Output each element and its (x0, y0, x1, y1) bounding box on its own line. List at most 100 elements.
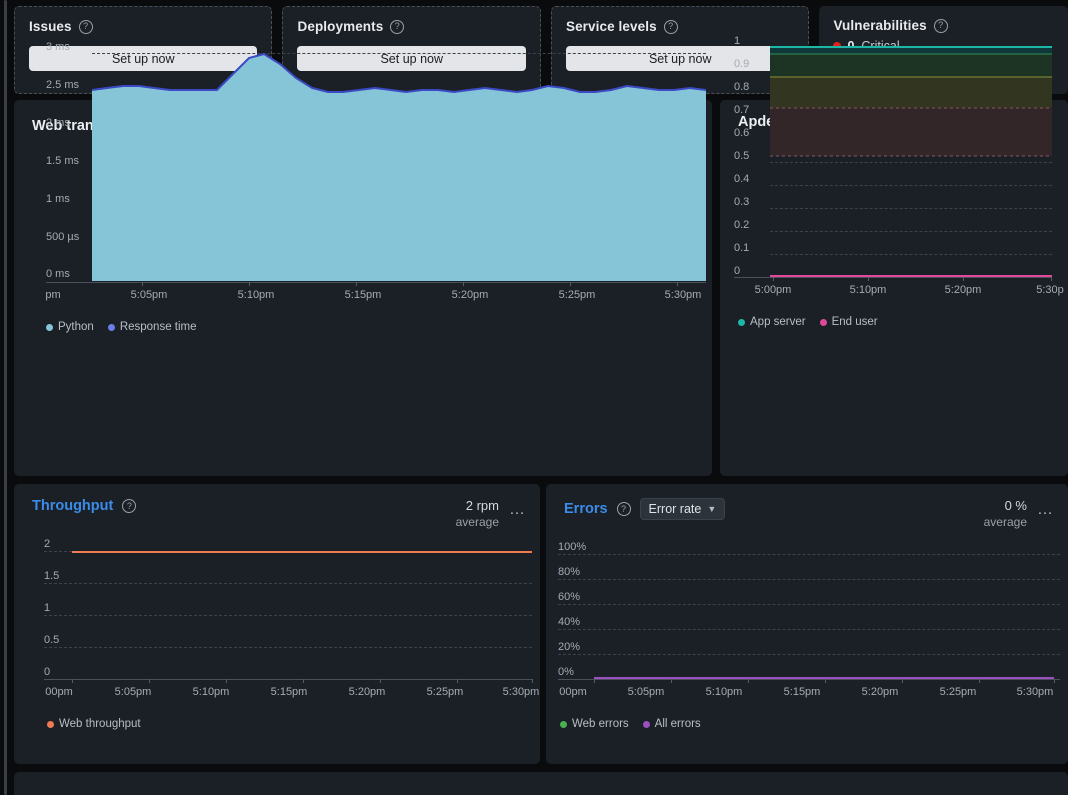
legend-item-python[interactable]: Python (46, 321, 94, 333)
errors-metric-value: 0 % (984, 498, 1027, 515)
x-tick (748, 679, 749, 683)
legend-item-web-errors[interactable]: Web errors (560, 718, 629, 730)
legend-label: Web throughput (59, 718, 141, 730)
x-tick-label: 5:20pm (862, 686, 899, 698)
y-tick-label: 500 µs (46, 231, 79, 243)
service-levels-title-row: Service levels ? (566, 19, 794, 34)
throughput-legend: Web throughput (47, 718, 141, 730)
x-tick (303, 679, 304, 683)
panel-next-partial (14, 772, 1068, 795)
throughput-title[interactable]: Throughput (32, 498, 113, 514)
throughput-metric-value: 2 rpm (456, 498, 499, 515)
errors-more-options-icon[interactable]: … (1037, 502, 1054, 518)
x-tick (142, 282, 143, 286)
apdex-plot[interactable] (770, 46, 1052, 277)
apdex-legend: App server End user (738, 316, 878, 328)
python-area-fill (92, 54, 706, 281)
y-tick-label: 1.5 ms (46, 155, 79, 167)
x-tick (1054, 679, 1055, 683)
issues-title-row: Issues ? (29, 19, 257, 34)
apdex-band-failing (770, 108, 1052, 156)
panel-errors: Errors ? Error rate ▼ 0 % average … 0% 2… (546, 484, 1068, 764)
errors-legend: Web errors All errors (560, 718, 701, 730)
errors-plot[interactable] (594, 554, 1054, 679)
x-tick (457, 679, 458, 683)
x-tick (868, 277, 869, 281)
x-axis-line (558, 679, 1060, 680)
help-icon[interactable]: ? (617, 502, 631, 516)
legend-item-app-server[interactable]: App server (738, 316, 806, 328)
errors-line-svg (594, 554, 1054, 679)
y-tick-label: 20% (558, 641, 580, 653)
x-tick (249, 282, 250, 286)
x-tick (380, 679, 381, 683)
legend-dot (46, 324, 53, 331)
throughput-header: Throughput ? 2 rpm average … (14, 484, 540, 530)
panel-throughput: Throughput ? 2 rpm average … 0 0.5 1 1.5… (14, 484, 540, 764)
legend-item-end-user[interactable]: End user (820, 316, 878, 328)
y-tick-label: 0.9 (734, 58, 749, 70)
throughput-more-options-icon[interactable]: … (509, 502, 526, 518)
x-tick-label: pm (45, 289, 60, 301)
help-icon[interactable]: ? (122, 499, 136, 513)
vulnerabilities-title: Vulnerabilities (833, 18, 926, 33)
y-tick-label: 1.5 (44, 570, 59, 582)
x-tick (226, 679, 227, 683)
legend-label: App server (750, 316, 806, 328)
x-tick-label: 5:30p (1036, 284, 1064, 296)
error-rate-dropdown[interactable]: Error rate ▼ (640, 498, 726, 520)
y-tick-label: 80% (558, 566, 580, 578)
x-tick (902, 679, 903, 683)
x-tick-label: 5:30pm (1017, 686, 1054, 698)
x-tick-label: 5:30pm (503, 686, 540, 698)
y-tick-label: 0 (44, 666, 50, 678)
x-tick (532, 679, 533, 683)
web-transactions-area-svg (92, 46, 706, 281)
legend-label: Response time (120, 321, 197, 333)
web-transactions-chart: 0 ms 500 µs 1 ms 1.5 ms 2 ms 2.5 ms 3 ms… (14, 158, 712, 476)
x-tick (671, 679, 672, 683)
x-tick-label: 5:10pm (238, 289, 275, 301)
y-tick-label: 40% (558, 616, 580, 628)
y-tick-label: 100% (558, 541, 586, 553)
throughput-plot[interactable] (72, 551, 532, 679)
x-tick-label: 5:30pm (665, 289, 702, 301)
legend-item-response-time[interactable]: Response time (108, 321, 197, 333)
errors-metric: 0 % average (984, 498, 1027, 530)
y-tick-label: 0.4 (734, 173, 749, 185)
errors-metric-label: average (984, 515, 1027, 531)
x-tick (356, 282, 357, 286)
y-tick-label: 0% (558, 666, 574, 678)
x-tick (963, 277, 964, 281)
y-tick-label: 0.1 (734, 242, 749, 254)
help-icon[interactable]: ? (934, 19, 948, 33)
y-tick-label: 2.5 ms (46, 79, 79, 91)
panel-web-transactions-time: Web transactions time ? (14, 100, 712, 476)
x-tick (149, 679, 150, 683)
y-tick-label: 1 (734, 35, 740, 47)
throughput-metric-label: average (456, 515, 499, 531)
x-tick-label: 5:20pm (945, 284, 982, 296)
errors-title[interactable]: Errors (564, 501, 608, 517)
errors-chart: 0% 20% 40% 60% 80% 100% 00pm 5:05pm 5:10… (546, 540, 1068, 764)
x-tick-label: 5:10pm (706, 686, 743, 698)
x-tick (594, 679, 595, 683)
throughput-line-svg (72, 551, 532, 679)
help-icon[interactable]: ? (664, 20, 678, 34)
y-tick-label: 3 ms (46, 41, 70, 53)
x-tick-label: 00pm (559, 686, 587, 698)
x-tick-label: 5:15pm (271, 686, 308, 698)
help-icon[interactable]: ? (390, 20, 404, 34)
legend-label: End user (832, 316, 878, 328)
page-scrollbar[interactable] (4, 0, 7, 795)
x-tick (463, 282, 464, 286)
x-tick-label: 5:05pm (115, 686, 152, 698)
error-rate-dropdown-label: Error rate (649, 502, 702, 516)
help-icon[interactable]: ? (79, 20, 93, 34)
issues-title: Issues (29, 19, 72, 34)
legend-item-web-throughput[interactable]: Web throughput (47, 718, 141, 730)
legend-item-all-errors[interactable]: All errors (643, 718, 701, 730)
apdex-band-frustrated (770, 77, 1052, 108)
web-transactions-plot[interactable] (92, 46, 706, 281)
x-tick (570, 282, 571, 286)
